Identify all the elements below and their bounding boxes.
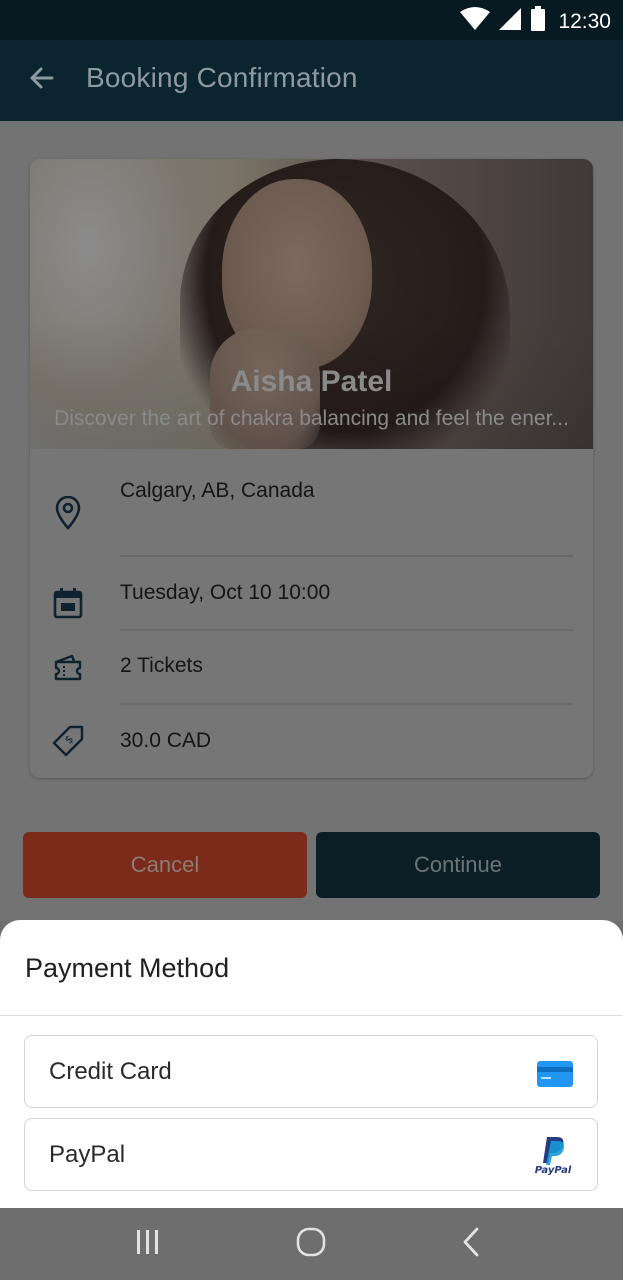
- detail-date-text: Tuesday, Oct 10 10:00: [120, 581, 331, 604]
- ticket-icon: [48, 647, 88, 687]
- paypal-brand-text: PayPal: [535, 1165, 572, 1175]
- booking-content: Aisha Patel Discover the art of chakra b…: [0, 121, 623, 921]
- back-button[interactable]: [24, 62, 60, 98]
- wifi-icon: [460, 7, 491, 36]
- detail-location-text: Calgary, AB, Canada: [120, 479, 315, 502]
- nav-back-button[interactable]: [451, 1226, 491, 1262]
- status-time: 12:30: [558, 9, 611, 33]
- payment-option-label: PayPal: [49, 1141, 126, 1168]
- paypal-icon: PayPal: [531, 1133, 575, 1177]
- payment-method-sheet: Payment Method Credit Card PayPal PayPal: [0, 920, 623, 1208]
- detail-row-date: Tuesday, Oct 10 10:00: [30, 559, 593, 631]
- app-bar: Booking Confirmation: [0, 40, 623, 121]
- detail-price-text: 30.0 CAD: [120, 729, 212, 752]
- signal-icon: [498, 7, 522, 36]
- credit-card-icon: [535, 1054, 575, 1094]
- event-host-name: Aisha Patel: [230, 365, 393, 398]
- hero-shade: [30, 159, 593, 449]
- home-button[interactable]: [291, 1226, 331, 1262]
- recents-icon: [135, 1228, 161, 1261]
- arrow-left-icon: [28, 64, 56, 97]
- detail-row-location: Calgary, AB, Canada: [30, 449, 593, 557]
- event-description: Discover the art of chakra balancing and…: [54, 407, 569, 430]
- price-tag-icon: $: [48, 721, 88, 761]
- status-icons: 12:30: [460, 6, 611, 37]
- detail-tickets-text: 2 Tickets: [120, 654, 203, 677]
- battery-icon: [530, 6, 546, 37]
- cancel-button[interactable]: Cancel: [23, 832, 307, 898]
- location-pin-icon: [48, 493, 88, 533]
- screen: 12:30 Booking Confirmation Aisha Patel D…: [0, 0, 623, 1280]
- status-bar: 12:30: [0, 0, 623, 40]
- home-icon: [296, 1227, 326, 1262]
- event-hero-image: Aisha Patel Discover the art of chakra b…: [30, 159, 593, 449]
- sheet-divider: [0, 1015, 623, 1016]
- payment-option-label: Credit Card: [49, 1058, 172, 1085]
- calendar-icon: [48, 583, 88, 623]
- divider: [120, 555, 573, 557]
- event-card: Aisha Patel Discover the art of chakra b…: [30, 159, 593, 778]
- back-icon: [460, 1227, 482, 1262]
- sheet-title: Payment Method: [25, 953, 230, 983]
- continue-button[interactable]: Continue: [316, 832, 600, 898]
- system-nav-bar: [0, 1208, 623, 1280]
- payment-option-credit-card[interactable]: Credit Card: [24, 1035, 598, 1108]
- detail-row-price: $ 30.0 CAD: [30, 705, 593, 777]
- detail-row-tickets: 2 Tickets: [30, 631, 593, 705]
- svg-text:$: $: [62, 733, 76, 747]
- recents-button[interactable]: [128, 1226, 168, 1262]
- page-title: Booking Confirmation: [86, 62, 358, 93]
- payment-option-paypal[interactable]: PayPal PayPal: [24, 1118, 598, 1191]
